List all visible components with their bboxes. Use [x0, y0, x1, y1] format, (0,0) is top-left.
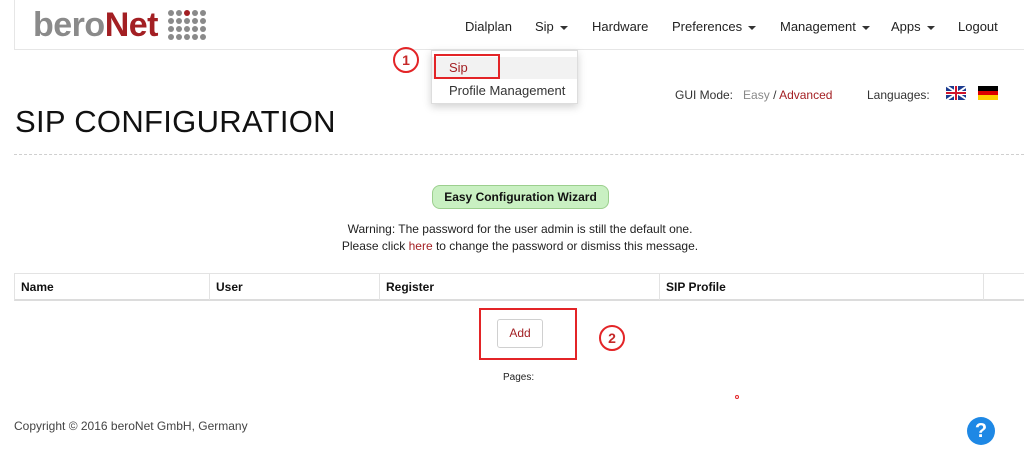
- nav-preferences-label: Preferences: [672, 19, 743, 34]
- pagination-label: Pages:: [503, 372, 535, 383]
- change-password-link[interactable]: here: [409, 239, 433, 253]
- sip-table-header: Name User Register SIP Profile: [14, 273, 1024, 301]
- title-divider: [14, 154, 1024, 155]
- uk-flag-icon[interactable]: [946, 86, 966, 100]
- column-header-register[interactable]: Register: [380, 274, 660, 300]
- annotation-highlight-add: [479, 308, 577, 360]
- warning-text-pre: Please click: [341, 239, 409, 253]
- logo-text-bero: bero: [33, 6, 105, 44]
- column-header-name[interactable]: Name: [15, 274, 210, 300]
- help-icon[interactable]: ?: [967, 417, 995, 445]
- easy-configuration-wizard-button[interactable]: Easy Configuration Wizard: [432, 185, 609, 209]
- nav-sip[interactable]: Sip: [535, 19, 568, 34]
- page-title: SIP CONFIGURATION: [15, 104, 336, 139]
- nav-preferences[interactable]: Preferences: [672, 19, 757, 34]
- footer-copyright: Copyright © 2016 beroNet GmbH, Germany: [14, 419, 248, 433]
- gui-mode-easy-link[interactable]: Easy: [743, 88, 770, 102]
- warning-message-line1: Warning: The password for the user admin…: [347, 222, 693, 236]
- gui-mode-advanced-link[interactable]: Advanced: [779, 88, 832, 102]
- warning-message-line2: Please click here to change the password…: [0, 239, 1024, 253]
- column-header-user[interactable]: User: [210, 274, 380, 300]
- top-navbar: beroNet: [14, 0, 1024, 50]
- nav-logout[interactable]: Logout: [958, 19, 998, 34]
- column-header-actions: [984, 274, 1024, 300]
- logo-text-net: Net: [104, 6, 159, 44]
- annotation-step-2: 2: [599, 325, 625, 351]
- nav-management[interactable]: Management: [780, 19, 870, 34]
- annotation-highlight-sip: [434, 54, 500, 79]
- annotation-dot: [735, 395, 739, 399]
- nav-apps[interactable]: Apps: [891, 19, 935, 34]
- chevron-down-icon: [861, 25, 870, 30]
- nav-sip-label: Sip: [535, 19, 554, 34]
- nav-apps-label: Apps: [891, 19, 921, 34]
- nav-dialplan[interactable]: Dialplan: [465, 19, 512, 34]
- german-flag-icon[interactable]: [978, 86, 998, 100]
- beronet-logo[interactable]: beroNet: [33, 8, 206, 42]
- gui-mode-label: GUI Mode:: [675, 88, 734, 102]
- annotation-step-1: 1: [393, 47, 419, 73]
- nav-hardware[interactable]: Hardware: [592, 19, 648, 34]
- warning-text-post: to change the password or dismiss this m…: [432, 239, 699, 253]
- dropdown-item-profile-management[interactable]: Profile Management: [432, 81, 577, 101]
- chevron-down-icon: [559, 25, 568, 30]
- logo-text: beroNet: [33, 8, 158, 42]
- languages-label: Languages:: [867, 88, 930, 102]
- nav-management-label: Management: [780, 19, 856, 34]
- gui-mode-separator: /: [773, 88, 777, 102]
- logo-dots-icon: [167, 10, 206, 40]
- column-header-sip-profile[interactable]: SIP Profile: [660, 274, 984, 300]
- chevron-down-icon: [748, 25, 757, 30]
- gui-mode: GUI Mode: Easy / Advanced: [675, 88, 832, 102]
- chevron-down-icon: [926, 25, 935, 30]
